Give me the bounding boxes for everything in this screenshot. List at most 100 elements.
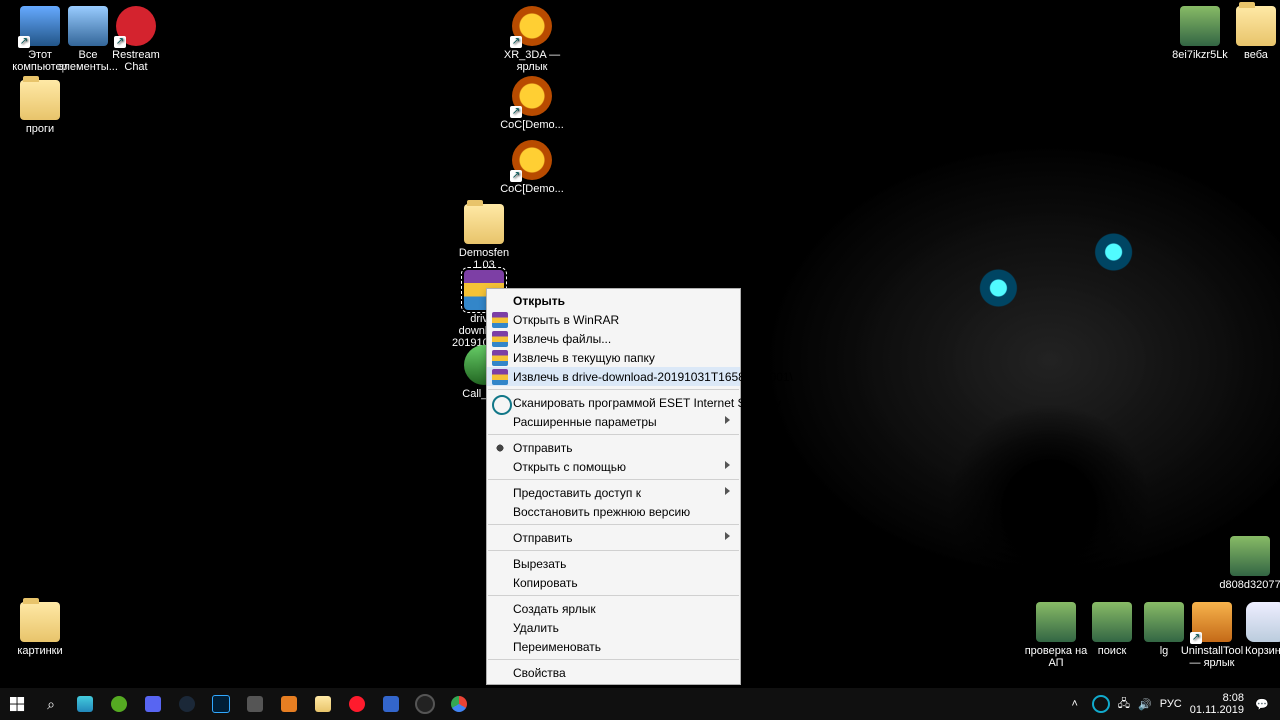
taskbar-app-obs[interactable] <box>408 688 442 720</box>
chevron-up-icon: ˄ <box>1072 698 1078 710</box>
ctx-copy[interactable]: Копировать <box>487 573 740 592</box>
taskbar-app-steam[interactable] <box>170 688 204 720</box>
ctx-open-with[interactable]: Открыть с помощью <box>487 457 740 476</box>
ctx-extract-files[interactable]: Извлечь файлы... <box>487 329 740 348</box>
icon-label: 8ei7ikzr5Lk <box>1168 49 1232 61</box>
folder-icon <box>20 602 60 642</box>
chevron-right-icon <box>725 461 734 469</box>
icon-xr3da[interactable]: XR_3DA — ярлык <box>500 6 564 73</box>
winrar-icon <box>492 369 508 385</box>
game-icon <box>512 140 552 180</box>
menu-separator <box>488 389 739 390</box>
menu-label: Предоставить доступ к <box>513 486 641 500</box>
icon-d808[interactable]: d808d32077 <box>1218 536 1280 591</box>
icon-label: d808d32077 <box>1218 579 1280 591</box>
ctx-open[interactable]: Открыть <box>487 291 740 310</box>
icon-label: CoC[Demo... <box>500 183 564 195</box>
ctx-rename[interactable]: Переименовать <box>487 637 740 656</box>
icon-bei[interactable]: 8ei7ikzr5Lk <box>1168 6 1232 61</box>
restream-icon <box>116 6 156 46</box>
ctx-properties[interactable]: Свойства <box>487 663 740 682</box>
ctx-send-to[interactable]: Отправить <box>487 438 740 457</box>
tray-network-icon[interactable]: 🖧 <box>1118 695 1130 714</box>
menu-label: Открыть с помощью <box>513 460 626 474</box>
taskbar-app-opera[interactable] <box>340 688 374 720</box>
taskbar: ⌕ ˄ 🖧 🔊 РУС 8:08 01.11.2019 💬 <box>0 688 1280 720</box>
recycle-bin-icon <box>1246 602 1280 642</box>
winrar-icon <box>492 350 508 366</box>
taskbar-app-discord[interactable] <box>136 688 170 720</box>
ctx-advanced[interactable]: Расширенные параметры <box>487 412 740 431</box>
icon-label: Корзина <box>1234 645 1280 657</box>
game-icon <box>512 6 552 46</box>
ctx-restore-prev[interactable]: Восстановить прежнюю версию <box>487 502 740 521</box>
tray-overflow[interactable]: ˄ <box>1066 688 1084 720</box>
share-icon <box>492 440 508 456</box>
icon-label: CoC[Demo... <box>500 119 564 131</box>
icon-label: веба <box>1224 49 1280 61</box>
context-menu: Открыть Открыть в WinRAR Извлечь файлы..… <box>486 288 741 685</box>
icon-pictures[interactable]: картинки <box>8 602 72 657</box>
menu-label: Расширенные параметры <box>513 415 657 429</box>
folder-icon <box>1236 6 1276 46</box>
winrar-icon <box>492 312 508 328</box>
icon-veba[interactable]: веба <box>1224 6 1280 61</box>
menu-label: Сканировать программой ESET Internet Sec… <box>513 396 781 410</box>
menu-label: Отправить <box>513 441 573 455</box>
folder-icon <box>464 204 504 244</box>
ctx-create-shortcut[interactable]: Создать ярлык <box>487 599 740 618</box>
start-button[interactable] <box>0 688 34 720</box>
app-icon <box>383 696 399 712</box>
ctx-open-winrar[interactable]: Открыть в WinRAR <box>487 310 740 329</box>
game-icon <box>512 76 552 116</box>
discord-icon <box>145 696 161 712</box>
taskbar-app-explorer[interactable] <box>306 688 340 720</box>
icon-coc2[interactable]: CoC[Demo... <box>500 140 564 195</box>
action-center-button[interactable]: 💬 <box>1252 688 1272 720</box>
icon-demosfen[interactable]: Demosfen 1.03 <box>452 204 516 271</box>
ctx-grant-access[interactable]: Предоставить доступ к <box>487 483 740 502</box>
icon-progi[interactable]: проги <box>8 80 72 135</box>
menu-label: Восстановить прежнюю версию <box>513 505 690 519</box>
panel-icon <box>68 6 108 46</box>
ctx-delete[interactable]: Удалить <box>487 618 740 637</box>
app-icon <box>281 696 297 712</box>
ctx-extract-here[interactable]: Извлечь в текущую папку <box>487 348 740 367</box>
icon-label: XR_3DA — ярлык <box>500 49 564 73</box>
ctx-eset-scan[interactable]: Сканировать программой ESET Internet Sec… <box>487 393 740 412</box>
explorer-icon <box>315 696 331 712</box>
ctx-extract-to[interactable]: Извлечь в drive-download-20191031T165820… <box>487 367 740 386</box>
windows-icon <box>10 697 25 712</box>
chevron-right-icon <box>725 487 734 495</box>
tray-language[interactable]: РУС <box>1160 698 1182 710</box>
menu-label: Извлечь в drive-download-20191031T165820… <box>513 370 793 384</box>
menu-label: Открыть <box>513 294 565 308</box>
computer-icon <box>20 6 60 46</box>
notification-icon: 💬 <box>1255 698 1269 711</box>
taskbar-clock[interactable]: 8:08 01.11.2019 <box>1190 692 1244 716</box>
icon-coc1[interactable]: CoC[Demo... <box>500 76 564 131</box>
taskbar-app-chrome[interactable] <box>442 688 476 720</box>
taskbar-app-photoshop[interactable] <box>204 688 238 720</box>
taskbar-app-3[interactable] <box>374 688 408 720</box>
icon-restream[interactable]: Restream Chat <box>104 6 168 73</box>
icon-proverka[interactable]: проверка на АП <box>1024 602 1088 669</box>
menu-label: Извлечь в текущую папку <box>513 351 655 365</box>
search-icon: ⌕ <box>47 696 55 713</box>
tray-volume-icon[interactable]: 🔊 <box>1138 698 1152 711</box>
steam-icon <box>179 696 195 712</box>
chevron-right-icon <box>725 532 734 540</box>
taskbar-app-1[interactable] <box>238 688 272 720</box>
menu-label: Вырезать <box>513 557 566 571</box>
image-icon <box>1144 602 1184 642</box>
clock-time: 8:08 <box>1190 692 1244 704</box>
ctx-send-to-2[interactable]: Отправить <box>487 528 740 547</box>
tray-eset-icon[interactable] <box>1092 695 1110 713</box>
search-button[interactable]: ⌕ <box>34 688 68 720</box>
taskbar-app-2[interactable] <box>272 688 306 720</box>
task-view-button[interactable] <box>68 688 102 720</box>
system-tray: ˄ 🖧 🔊 РУС 8:08 01.11.2019 💬 <box>1058 688 1280 720</box>
ctx-cut[interactable]: Вырезать <box>487 554 740 573</box>
taskbar-app-utorrent[interactable] <box>102 688 136 720</box>
icon-recycle-bin[interactable]: Корзина <box>1234 602 1280 657</box>
